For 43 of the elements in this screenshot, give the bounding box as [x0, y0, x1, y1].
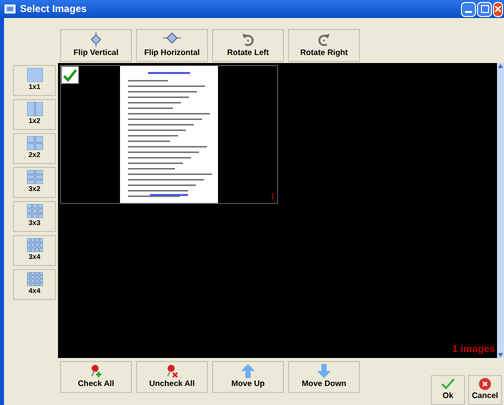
grid-layout-icon [26, 238, 42, 252]
action-button[interactable]: Move Down [288, 361, 360, 393]
scrollbar[interactable] [497, 63, 504, 358]
ok-button[interactable]: Ok [431, 375, 465, 405]
rotate-left-icon [241, 32, 255, 47]
rotate-right-icon [317, 32, 331, 47]
cancel-button[interactable]: Cancel [468, 375, 502, 405]
scroll-up-icon [497, 63, 504, 69]
grid-layout-icon [26, 204, 42, 218]
image-thumbnail[interactable]: 1 [60, 65, 278, 204]
checked-checkbox[interactable] [61, 66, 79, 84]
pushpin-plus-icon [89, 364, 103, 378]
toolbar-button[interactable]: Rotate Left [212, 29, 284, 62]
image-number: 1 [270, 191, 275, 203]
window-title: Select Images [20, 2, 87, 16]
checkmark-icon [441, 378, 455, 390]
maximize-icon [480, 5, 488, 13]
flip-horizontal-icon [163, 32, 181, 44]
minimize-icon [465, 10, 472, 14]
toolbar-button[interactable]: Flip Horizontal [136, 29, 208, 62]
image-count: 1 images [452, 343, 495, 357]
toolbar-button[interactable]: Rotate Right [288, 29, 360, 62]
cancel-icon [479, 378, 491, 390]
checkmark-icon [63, 68, 77, 82]
close-icon [495, 6, 501, 12]
minimize-button[interactable] [461, 2, 476, 16]
maximize-button[interactable] [477, 2, 492, 16]
action-button[interactable]: Uncheck All [136, 361, 208, 393]
toolbar-button[interactable]: Flip Vertical [60, 29, 132, 62]
window-icon [4, 3, 16, 15]
grid-layout-icon [26, 102, 42, 116]
grid-layout-icon [26, 68, 42, 82]
down-arrow-icon [316, 364, 332, 378]
flip-vertical-icon [89, 32, 103, 47]
pushpin-cross-icon [165, 364, 179, 378]
action-button[interactable]: Check All [60, 361, 132, 393]
close-button[interactable] [493, 2, 503, 16]
grid-layout-icon [26, 136, 42, 150]
grid-layout-icon [26, 272, 42, 286]
up-arrow-icon [240, 364, 256, 378]
grid-layout-icon [26, 170, 42, 184]
scroll-down-icon [497, 352, 504, 358]
action-button[interactable]: Move Up [212, 361, 284, 393]
